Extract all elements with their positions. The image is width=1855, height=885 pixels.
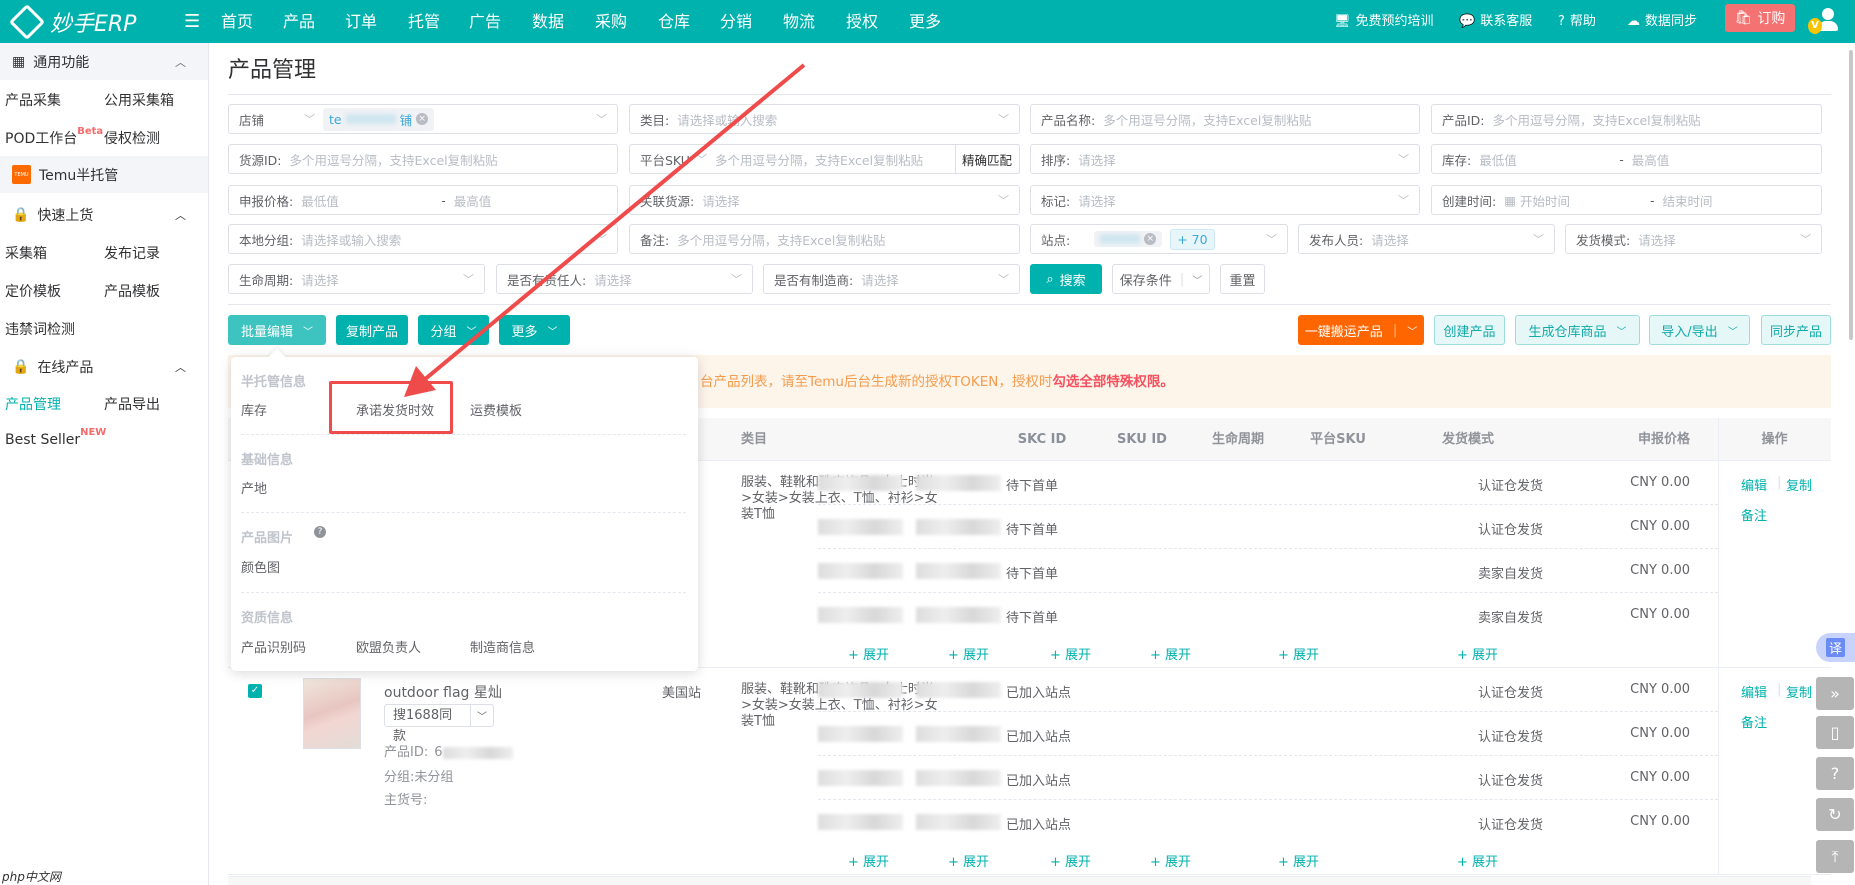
collapse-icon[interactable]: »: [1816, 677, 1854, 710]
refresh-icon[interactable]: ↻: [1816, 798, 1854, 831]
scrollbar[interactable]: [1849, 50, 1853, 340]
pagination-bar: [228, 876, 1811, 885]
back-to-top-icon[interactable]: ⤒: [1816, 840, 1854, 873]
annotation-arrow: [404, 63, 806, 397]
mobile-icon[interactable]: ▯: [1816, 716, 1854, 749]
help-book-icon[interactable]: ?: [1816, 757, 1854, 790]
translate-button[interactable]: 译: [1816, 633, 1855, 662]
translate-icon: 译: [1825, 638, 1845, 657]
